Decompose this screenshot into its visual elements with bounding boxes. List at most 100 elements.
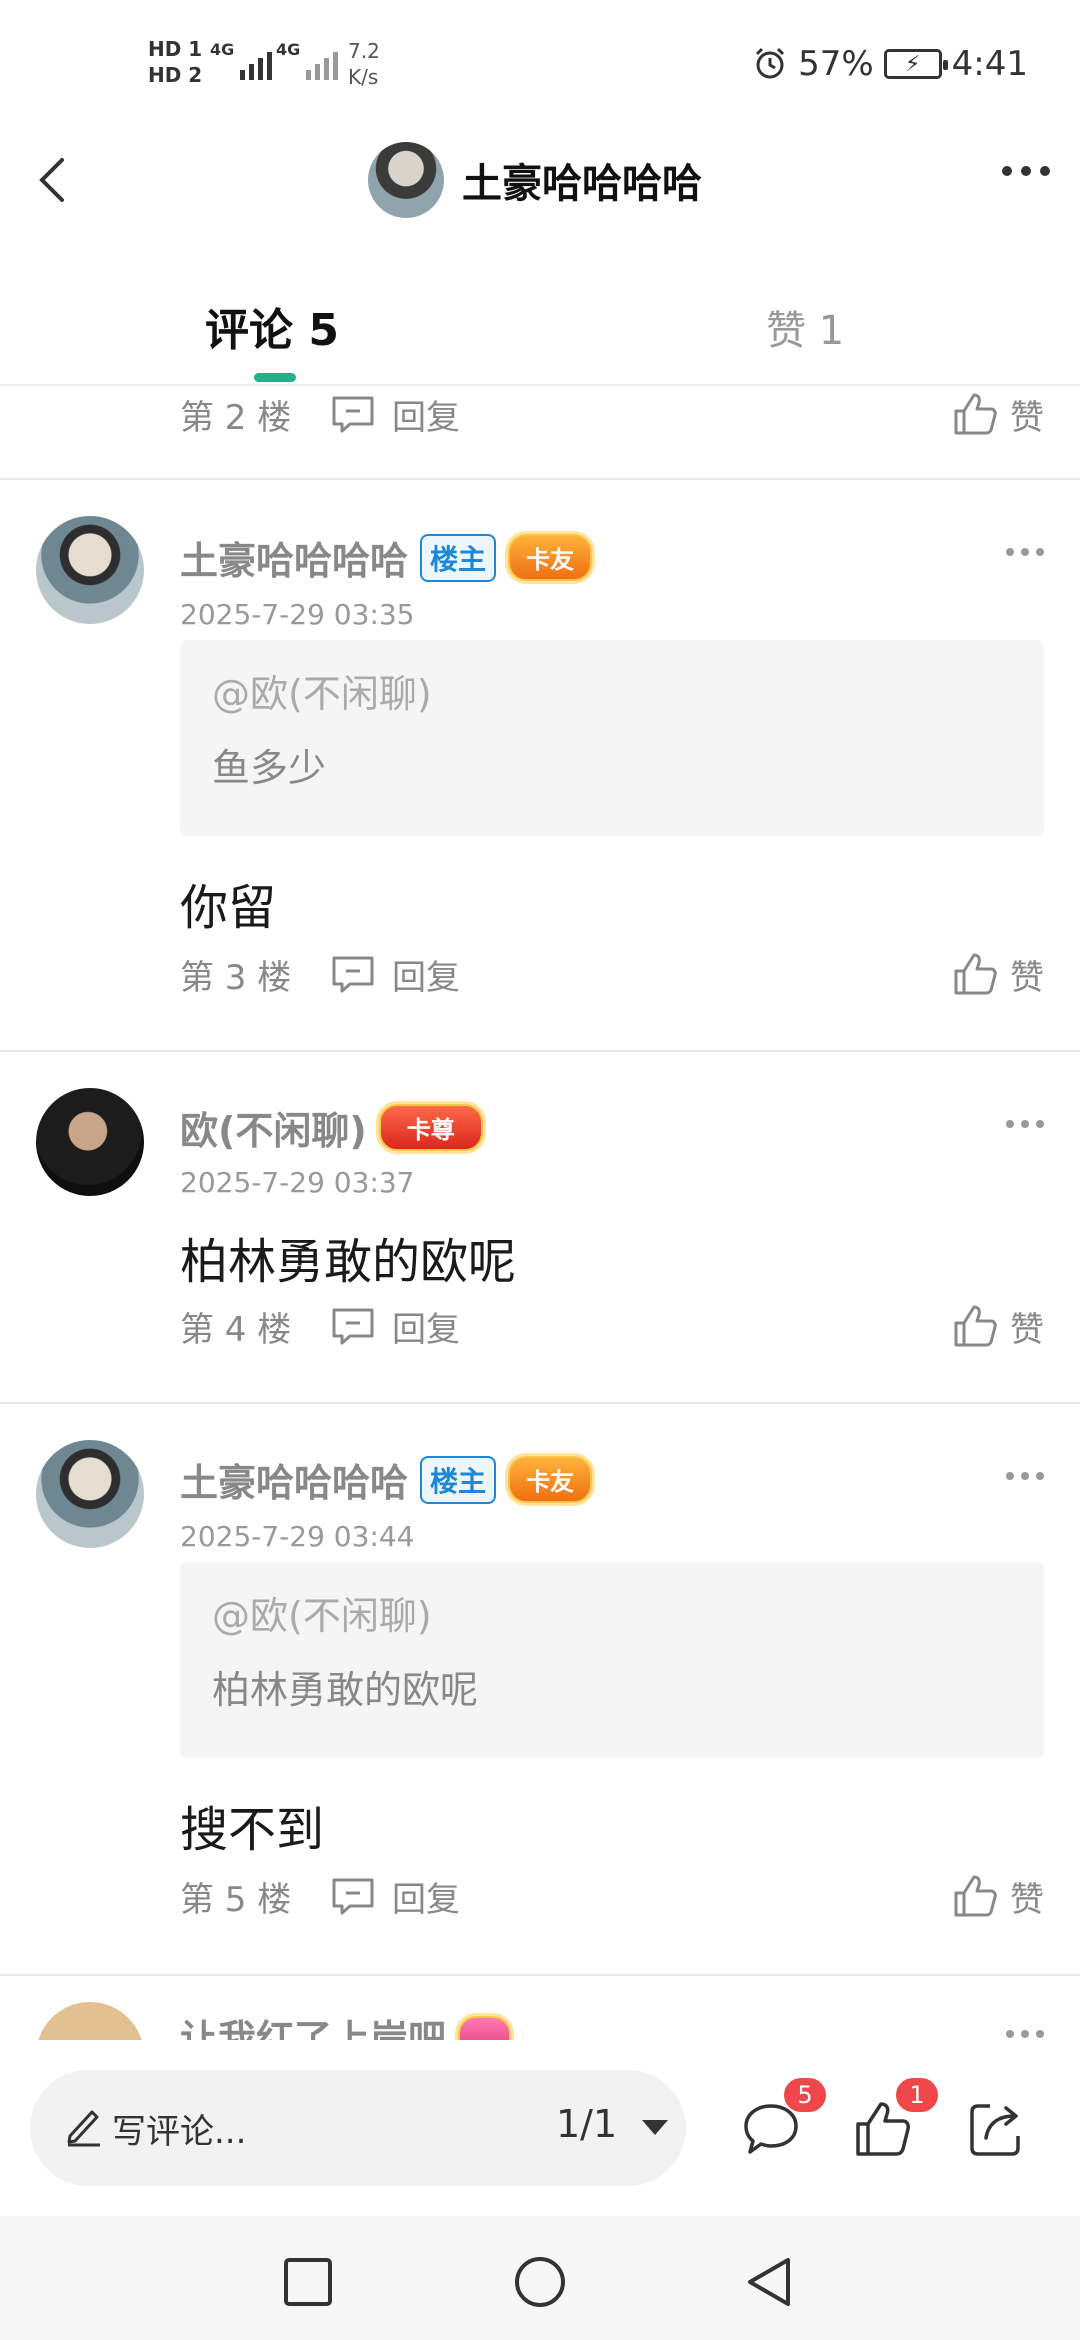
like-label: 赞 [1010, 397, 1044, 438]
like-button[interactable]: 赞 [952, 950, 1044, 999]
page-title: 土豪哈哈哈哈 [462, 161, 702, 207]
bottom-bar: 写评论... 1/1 5 1 [0, 2040, 1080, 2216]
level-badge: 卡友 [508, 1456, 593, 1503]
comment-actions: 第 2 楼 回复 赞 [0, 386, 1080, 442]
status-right: 57% ⚡ 4:41 [752, 44, 1028, 84]
nick-row: 欧(不闲聊) 卡尊 [180, 1100, 483, 1155]
thumbs-up-icon [954, 953, 997, 995]
home-icon[interactable] [510, 2252, 570, 2312]
clock: 4:41 [951, 44, 1028, 84]
avatar[interactable] [36, 516, 144, 624]
back-icon[interactable] [26, 150, 86, 210]
reply-button[interactable]: 回复 [330, 1302, 460, 1351]
floor-label: 第 3 楼 [180, 957, 292, 998]
comment-content: 柏林勇敢的欧呢 [180, 1234, 517, 1290]
speed-value: 7.2 [348, 39, 380, 63]
comment-more-icon[interactable] [1006, 1120, 1044, 1128]
thumbs-up-icon [954, 393, 997, 435]
tab-comments[interactable]: 评论 5 [205, 294, 339, 358]
page-indicator[interactable]: 1/1 [556, 2102, 617, 2146]
reply-label: 回复 [392, 957, 460, 998]
comments-button[interactable]: 5 [740, 2078, 826, 2160]
nickname[interactable]: 土豪哈哈哈哈 [180, 530, 408, 585]
reply-icon [332, 1308, 374, 1345]
thumbs-up-icon [954, 1305, 997, 1347]
comment-list[interactable]: 第 2 楼 回复 赞 土豪哈哈哈哈 楼主 卡友 2025-7-29 03:35 … [0, 386, 1080, 2040]
alarm-icon [756, 47, 785, 79]
tab-likes[interactable]: 赞 1 [766, 298, 844, 356]
thumbs-up-icon [954, 1875, 997, 1917]
nav-back-icon[interactable] [740, 2252, 800, 2312]
avatar[interactable] [36, 1440, 144, 1548]
nick-row: 让我红了上岸吧 [180, 2008, 511, 2040]
comment-item: 欧(不闲聊) 卡尊 2025-7-29 03:37 柏林勇敢的欧呢 [0, 1050, 1080, 1310]
hd1-label: HD 1 [148, 36, 203, 62]
signal-icon: 4G [210, 40, 273, 80]
comment-actions: 第 3 楼 回复 赞 [0, 946, 1080, 1002]
comment-time: 2025-7-29 03:44 [180, 1520, 415, 1553]
owner-badge: 楼主 [420, 533, 497, 582]
header-user[interactable]: 土豪哈哈哈哈 [368, 142, 702, 218]
quoted-reply[interactable]: @欧(不闲聊) 柏林勇敢的欧呢 [180, 1562, 1044, 1758]
reply-icon [332, 396, 374, 433]
header: 土豪哈哈哈哈 [0, 130, 1080, 230]
signal-icon-2: 4G [276, 40, 339, 80]
status-bar: HD 1 HD 2 4G 4G 7.2 K/s 57% ⚡ 4:41 [0, 0, 1080, 130]
reply-button[interactable]: 回复 [330, 1872, 460, 1921]
network-type-2: 4G [276, 40, 301, 59]
floor-label: 第 5 楼 [180, 1879, 292, 1920]
level-badge [458, 2015, 511, 2040]
chevron-down-icon[interactable] [642, 2120, 668, 2135]
level-badge: 卡友 [508, 534, 593, 581]
reply-label: 回复 [392, 397, 460, 438]
reply-button[interactable]: 回复 [330, 390, 460, 439]
nickname[interactable]: 让我红了上岸吧 [180, 2008, 446, 2040]
tab-indicator [254, 373, 296, 382]
like-button[interactable]: 赞 [952, 1872, 1044, 1921]
level-badge: 卡尊 [378, 1104, 483, 1151]
comment-content: 你留 [180, 880, 277, 936]
like-label: 赞 [1010, 957, 1044, 998]
network-type-1: 4G [210, 40, 235, 59]
nick-row: 土豪哈哈哈哈 楼主 卡友 [180, 530, 593, 585]
like-count-badge: 1 [896, 2078, 938, 2112]
comment-more-icon[interactable] [1006, 2030, 1044, 2038]
quote-text: 柏林勇敢的欧呢 [212, 1668, 479, 1712]
speed-unit: K/s [348, 65, 379, 89]
quote-mention: @欧(不闲聊) [212, 1594, 432, 1638]
comment-item: 让我红了上岸吧 [0, 1974, 1080, 2040]
nickname[interactable]: 欧(不闲聊) [180, 1100, 367, 1155]
quote-mention: @欧(不闲聊) [212, 672, 432, 716]
reply-label: 回复 [392, 1309, 460, 1350]
quoted-reply[interactable]: @欧(不闲聊) 鱼多少 [180, 640, 1044, 836]
share-button[interactable] [964, 2098, 1026, 2160]
comment-more-icon[interactable] [1006, 548, 1044, 556]
comment-actions: 第 5 楼 回复 赞 [0, 1868, 1080, 1924]
header-avatar[interactable] [368, 142, 444, 218]
comment-more-icon[interactable] [1006, 1472, 1044, 1480]
like-post-button[interactable]: 1 [852, 2078, 938, 2160]
nickname[interactable]: 土豪哈哈哈哈 [180, 1452, 408, 1507]
hd-indicator: HD 1 HD 2 [148, 36, 203, 88]
like-label: 赞 [1010, 1309, 1044, 1350]
more-options-icon[interactable] [1002, 166, 1050, 176]
reply-icon [332, 1878, 374, 1915]
like-button[interactable]: 赞 [952, 390, 1044, 439]
owner-badge: 楼主 [420, 1455, 497, 1504]
battery-icon: ⚡ [883, 49, 948, 79]
recent-apps-icon[interactable] [278, 2252, 338, 2312]
comment-item: 土豪哈哈哈哈 楼主 卡友 2025-7-29 03:35 @欧(不闲聊) 鱼多少… [0, 478, 1080, 948]
comment-actions: 第 4 楼 回复 赞 [0, 1298, 1080, 1354]
like-button[interactable]: 赞 [952, 1302, 1044, 1351]
comment-count-badge: 5 [784, 2078, 826, 2112]
write-comment-box[interactable]: 写评论... 1/1 [30, 2070, 686, 2186]
comment-time: 2025-7-29 03:37 [180, 1166, 415, 1199]
pen-icon [67, 2110, 100, 2147]
comment-content: 搜不到 [180, 1802, 325, 1858]
floor-label: 第 2 楼 [180, 397, 292, 438]
avatar[interactable] [36, 2002, 144, 2040]
avatar[interactable] [36, 1088, 144, 1196]
reply-button[interactable]: 回复 [330, 950, 460, 999]
comment-item: 土豪哈哈哈哈 楼主 卡友 2025-7-29 03:44 @欧(不闲聊) 柏林勇… [0, 1402, 1080, 1872]
quote-text: 鱼多少 [212, 746, 327, 790]
